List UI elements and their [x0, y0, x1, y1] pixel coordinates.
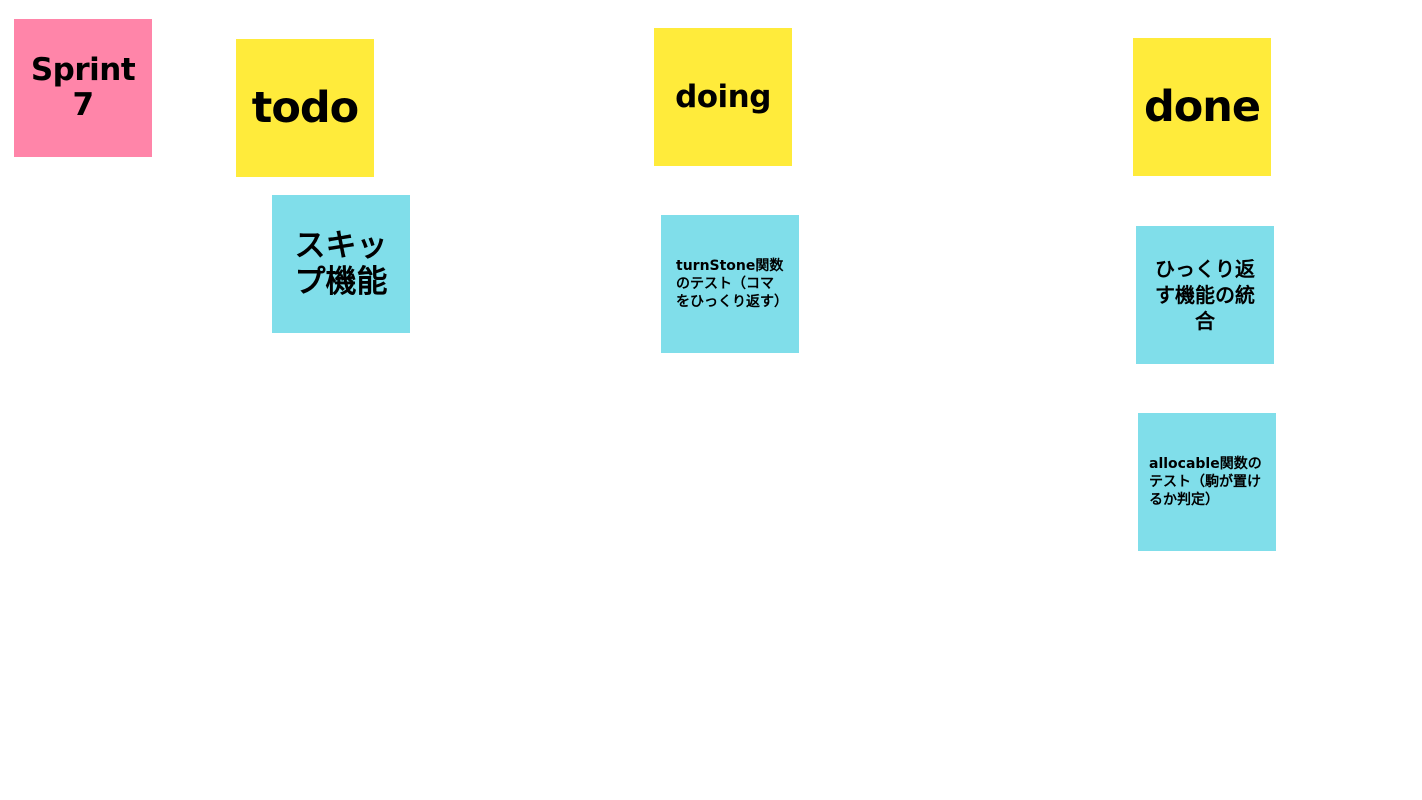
sticky-note-sprint-text: Sprint 7 [30, 52, 136, 123]
sticky-note-todo-header[interactable]: todo [236, 39, 374, 177]
sticky-note-doing-header[interactable]: doing [654, 28, 792, 166]
done-header-text: done [1143, 82, 1261, 132]
todo-card-text: スキップ機能 [294, 228, 388, 300]
doing-card-text: turnStone関数のテスト（コマをひっくり返す） [676, 258, 788, 310]
sticky-note-done-card[interactable]: allocable関数のテスト（駒が置けるか判定） [1138, 413, 1276, 551]
sticky-note-done-header[interactable]: done [1133, 38, 1271, 176]
doing-header-text: doing [675, 79, 771, 115]
sticky-note-sprint[interactable]: Sprint 7 [14, 19, 152, 157]
done-card-text: allocable関数のテスト（駒が置けるか判定） [1149, 456, 1262, 508]
sticky-note-done-card[interactable]: ひっくり返す機能の統合 [1136, 226, 1274, 364]
sticky-note-todo-card[interactable]: スキップ機能 [272, 195, 410, 333]
sticky-note-doing-card[interactable]: turnStone関数のテスト（コマをひっくり返す） [661, 215, 799, 353]
todo-header-text: todo [251, 83, 359, 133]
whiteboard-canvas[interactable]: Sprint 7 todo スキップ機能 doing turnStone関数のテ… [0, 0, 1422, 800]
done-card-text: ひっくり返す機能の統合 [1155, 257, 1255, 333]
